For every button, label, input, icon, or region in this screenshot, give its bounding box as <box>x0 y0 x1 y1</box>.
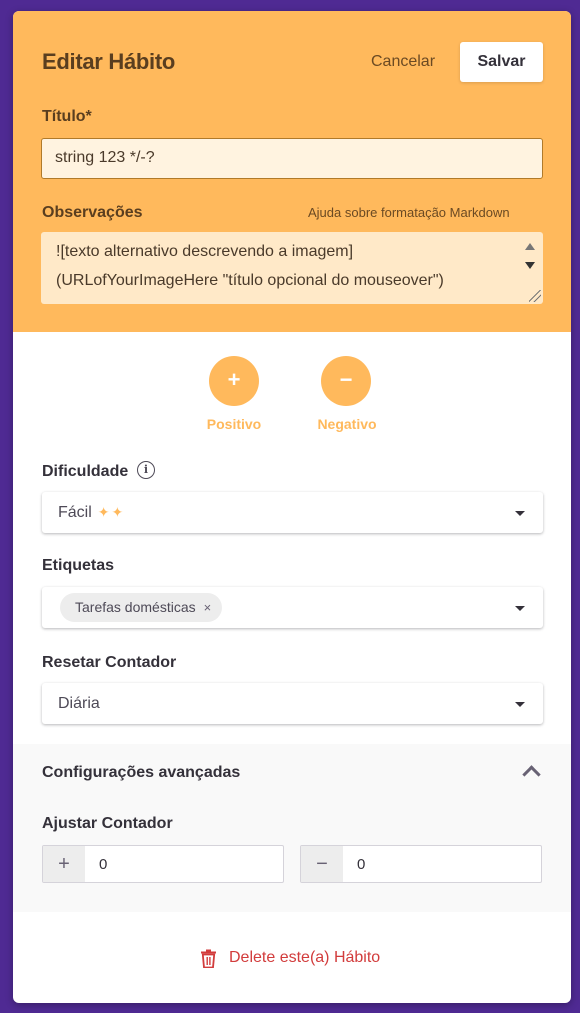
title-input[interactable]: string 123 */-? <box>41 138 543 179</box>
reset-counter-label: Resetar Contador <box>42 654 177 671</box>
minus-icon: − <box>301 846 343 882</box>
difficulty-text: Fácil <box>58 504 92 521</box>
resize-handle-icon[interactable] <box>529 290 541 302</box>
notes-line: (URLofYourImageHere "título opcional do … <box>56 272 444 289</box>
trash-icon[interactable] <box>200 949 217 968</box>
cancel-button[interactable]: Cancelar <box>371 53 435 71</box>
chevron-down-icon <box>515 511 525 516</box>
negative-counter-value[interactable]: 0 <box>357 856 365 873</box>
plus-icon: + <box>43 846 85 882</box>
positive-counter-value[interactable]: 0 <box>99 856 107 873</box>
positive-label: Positivo <box>206 416 262 432</box>
modal-header: Editar Hábito Cancelar Salvar Título* st… <box>13 11 571 332</box>
title-label: Título* <box>42 108 92 125</box>
notes-textarea[interactable]: ![texto alternativo descrevendo a imagem… <box>41 232 543 304</box>
tag-chip-label: Tarefas domésticas <box>75 599 196 615</box>
modal-title: Editar Hábito <box>42 49 175 74</box>
difficulty-select[interactable]: Fácil ✦✦ <box>42 492 543 533</box>
chevron-up-icon[interactable] <box>522 765 541 784</box>
positive-button[interactable]: + <box>209 356 259 406</box>
negative-button[interactable]: − <box>321 356 371 406</box>
scroll-down-arrow-icon[interactable] <box>525 262 535 269</box>
advanced-settings-title[interactable]: Configurações avançadas <box>42 764 240 782</box>
scroll-up-arrow-icon[interactable] <box>525 243 535 250</box>
delete-habit-button[interactable]: Delete este(a) Hábito <box>229 949 380 967</box>
tag-chip: Tarefas domésticas × <box>60 593 223 622</box>
tags-label: Etiquetas <box>42 557 115 574</box>
markdown-help-link[interactable]: Ajuda sobre formatação Markdown <box>308 205 510 220</box>
tags-select[interactable]: Tarefas domésticas × <box>42 587 543 628</box>
difficulty-stars-icon: ✦✦ <box>97 504 126 520</box>
negative-counter-field[interactable]: − 0 <box>300 845 542 883</box>
positive-counter-field[interactable]: + 0 <box>42 845 284 883</box>
advanced-settings-section: Configurações avançadas Ajustar Contador… <box>13 744 571 912</box>
edit-habit-modal: Editar Hábito Cancelar Salvar Título* st… <box>13 11 571 1003</box>
difficulty-label: Dificuldade <box>42 463 129 480</box>
remove-tag-icon[interactable]: × <box>204 600 212 615</box>
chevron-down-icon <box>515 606 525 611</box>
notes-label: Observações <box>42 204 143 221</box>
difficulty-value: Fácil ✦✦ <box>58 504 125 522</box>
adjust-counter-label: Ajustar Contador <box>42 815 173 832</box>
negative-label: Negativo <box>317 416 377 432</box>
reset-counter-select[interactable]: Diária <box>42 683 543 724</box>
reset-counter-value: Diária <box>58 695 100 712</box>
save-button[interactable]: Salvar <box>460 42 543 82</box>
chevron-down-icon <box>515 702 525 707</box>
info-icon[interactable]: i <box>137 461 155 479</box>
notes-line: ![texto alternativo descrevendo a imagem… <box>56 243 354 260</box>
